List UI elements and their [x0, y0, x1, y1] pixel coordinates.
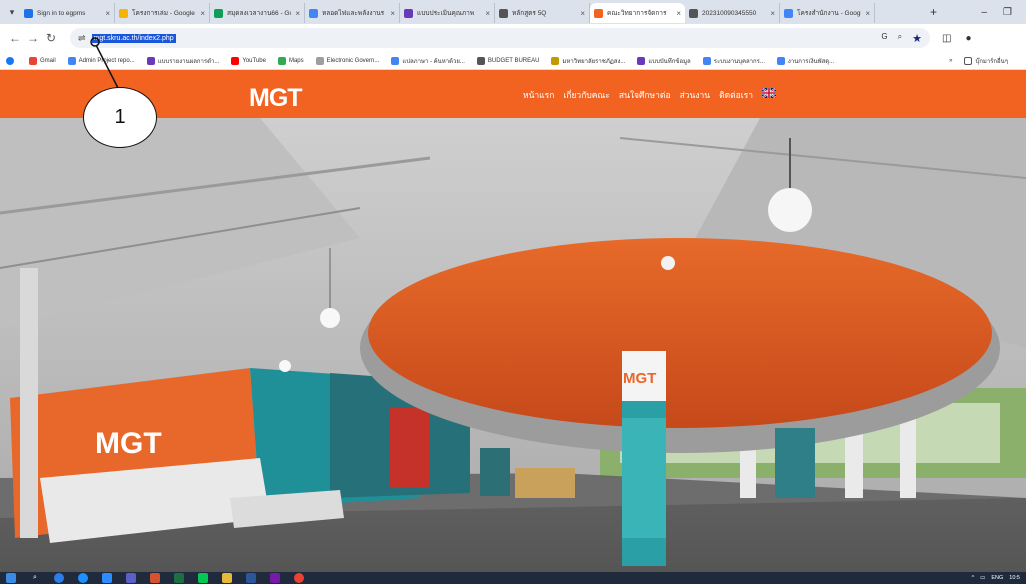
powerpoint-icon[interactable]	[150, 573, 160, 583]
callout-number-badge: 1	[83, 87, 157, 148]
line-icon[interactable]	[198, 573, 208, 583]
chrome-icon[interactable]	[294, 573, 304, 583]
zoom-icon[interactable]	[102, 573, 112, 583]
tray-chevron-icon[interactable]: ^	[972, 575, 975, 581]
file-explorer-icon[interactable]	[222, 573, 232, 583]
callout-pointer	[90, 37, 119, 89]
network-icon[interactable]: ▭	[980, 575, 985, 581]
system-tray: ^ ▭ ENG 10:5	[972, 575, 1026, 581]
teams-icon[interactable]	[126, 573, 136, 583]
clock[interactable]: 10:5	[1009, 575, 1020, 581]
windows-taskbar: ⌕ ^ ▭ ENG 10:5	[0, 572, 1026, 584]
edge-icon[interactable]	[54, 573, 64, 583]
ie-icon[interactable]	[78, 573, 88, 583]
word-icon[interactable]	[246, 573, 256, 583]
language-indicator[interactable]: ENG	[991, 575, 1003, 581]
excel-icon[interactable]	[174, 573, 184, 583]
onenote-icon[interactable]	[270, 573, 280, 583]
windows-start-icon[interactable]	[6, 573, 16, 583]
search-icon[interactable]: ⌕	[30, 573, 40, 583]
